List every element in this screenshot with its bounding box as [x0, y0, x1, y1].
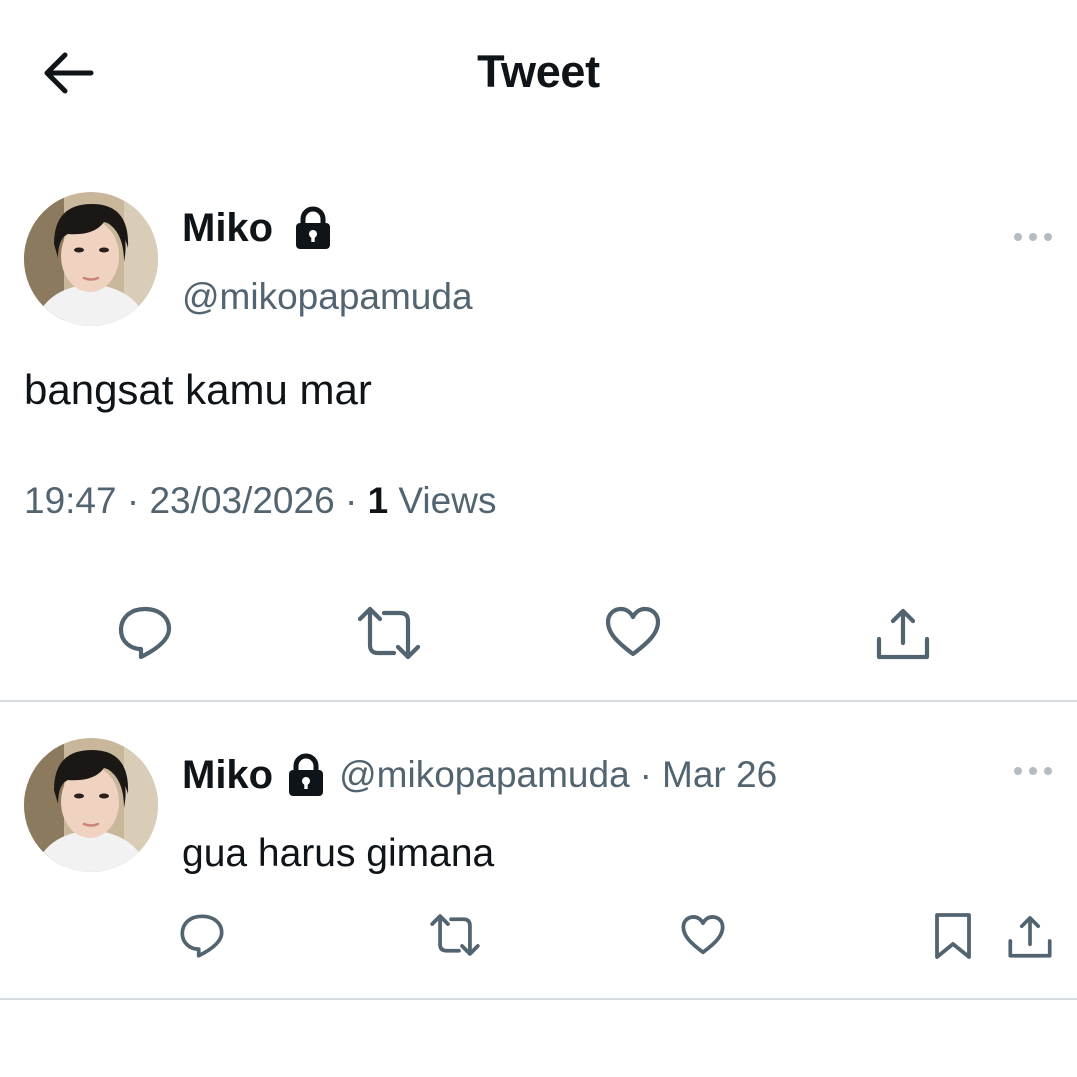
- separator: ·: [344, 480, 358, 521]
- share-button[interactable]: [1004, 908, 1056, 964]
- avatar-photo: [24, 192, 158, 326]
- tweet-text: bangsat kamu mar: [24, 366, 372, 413]
- more-options-button[interactable]: [1008, 222, 1058, 252]
- reply-icon: [118, 606, 172, 660]
- reply-icon: [180, 914, 224, 958]
- reply-text: gua harus gimana: [182, 832, 495, 875]
- top-bar: Tweet: [0, 0, 1077, 150]
- heart-icon: [605, 606, 661, 657]
- avatar-photo: [24, 738, 158, 872]
- retweet-button[interactable]: [356, 604, 422, 662]
- more-icon: [1014, 233, 1052, 241]
- tweet-meta: 19:47 · 23/03/2026 · 1 Views: [24, 480, 496, 522]
- like-button[interactable]: [602, 602, 664, 662]
- views-count[interactable]: 1: [368, 480, 389, 521]
- reply-button[interactable]: [114, 602, 176, 664]
- retweet-icon: [357, 606, 421, 660]
- more-options-button[interactable]: [1008, 756, 1058, 786]
- like-button[interactable]: [678, 910, 728, 960]
- share-icon: [876, 608, 930, 660]
- retweet-button[interactable]: [428, 912, 482, 958]
- bookmark-button[interactable]: [928, 908, 978, 964]
- bookmark-icon: [935, 913, 971, 959]
- author-name[interactable]: Miko: [182, 753, 273, 798]
- author-handle[interactable]: @mikopapamuda: [182, 276, 473, 318]
- separator: ·: [639, 754, 652, 795]
- more-icon: [1014, 767, 1052, 775]
- author-name[interactable]: Miko: [182, 206, 273, 251]
- tweet-date[interactable]: 23/03/2026: [149, 480, 334, 521]
- divider: [0, 998, 1077, 1000]
- reply-tweet[interactable]: Miko @mikopapamuda · Mar 26 gua harus gi…: [0, 702, 1077, 1000]
- main-tweet: Miko @mikopapamuda bangsat kamu mar 19:4…: [0, 150, 1077, 701]
- avatar[interactable]: [24, 192, 158, 326]
- lock-icon: [296, 206, 330, 249]
- share-icon: [1008, 916, 1052, 958]
- reply-button[interactable]: [176, 910, 228, 962]
- heart-icon: [681, 915, 725, 955]
- author-handle[interactable]: @mikopapamuda: [339, 754, 630, 796]
- lock-icon: [289, 753, 324, 796]
- reply-header: Miko @mikopapamuda · Mar 26: [182, 752, 777, 798]
- retweet-icon: [430, 914, 480, 956]
- avatar[interactable]: [24, 738, 158, 872]
- share-button[interactable]: [872, 602, 934, 664]
- views-label[interactable]: Views: [398, 480, 496, 521]
- tweet-time[interactable]: 19:47: [24, 480, 117, 521]
- separator: ·: [126, 480, 140, 521]
- reply-date[interactable]: Mar 26: [662, 754, 777, 796]
- page-title: Tweet: [477, 46, 600, 97]
